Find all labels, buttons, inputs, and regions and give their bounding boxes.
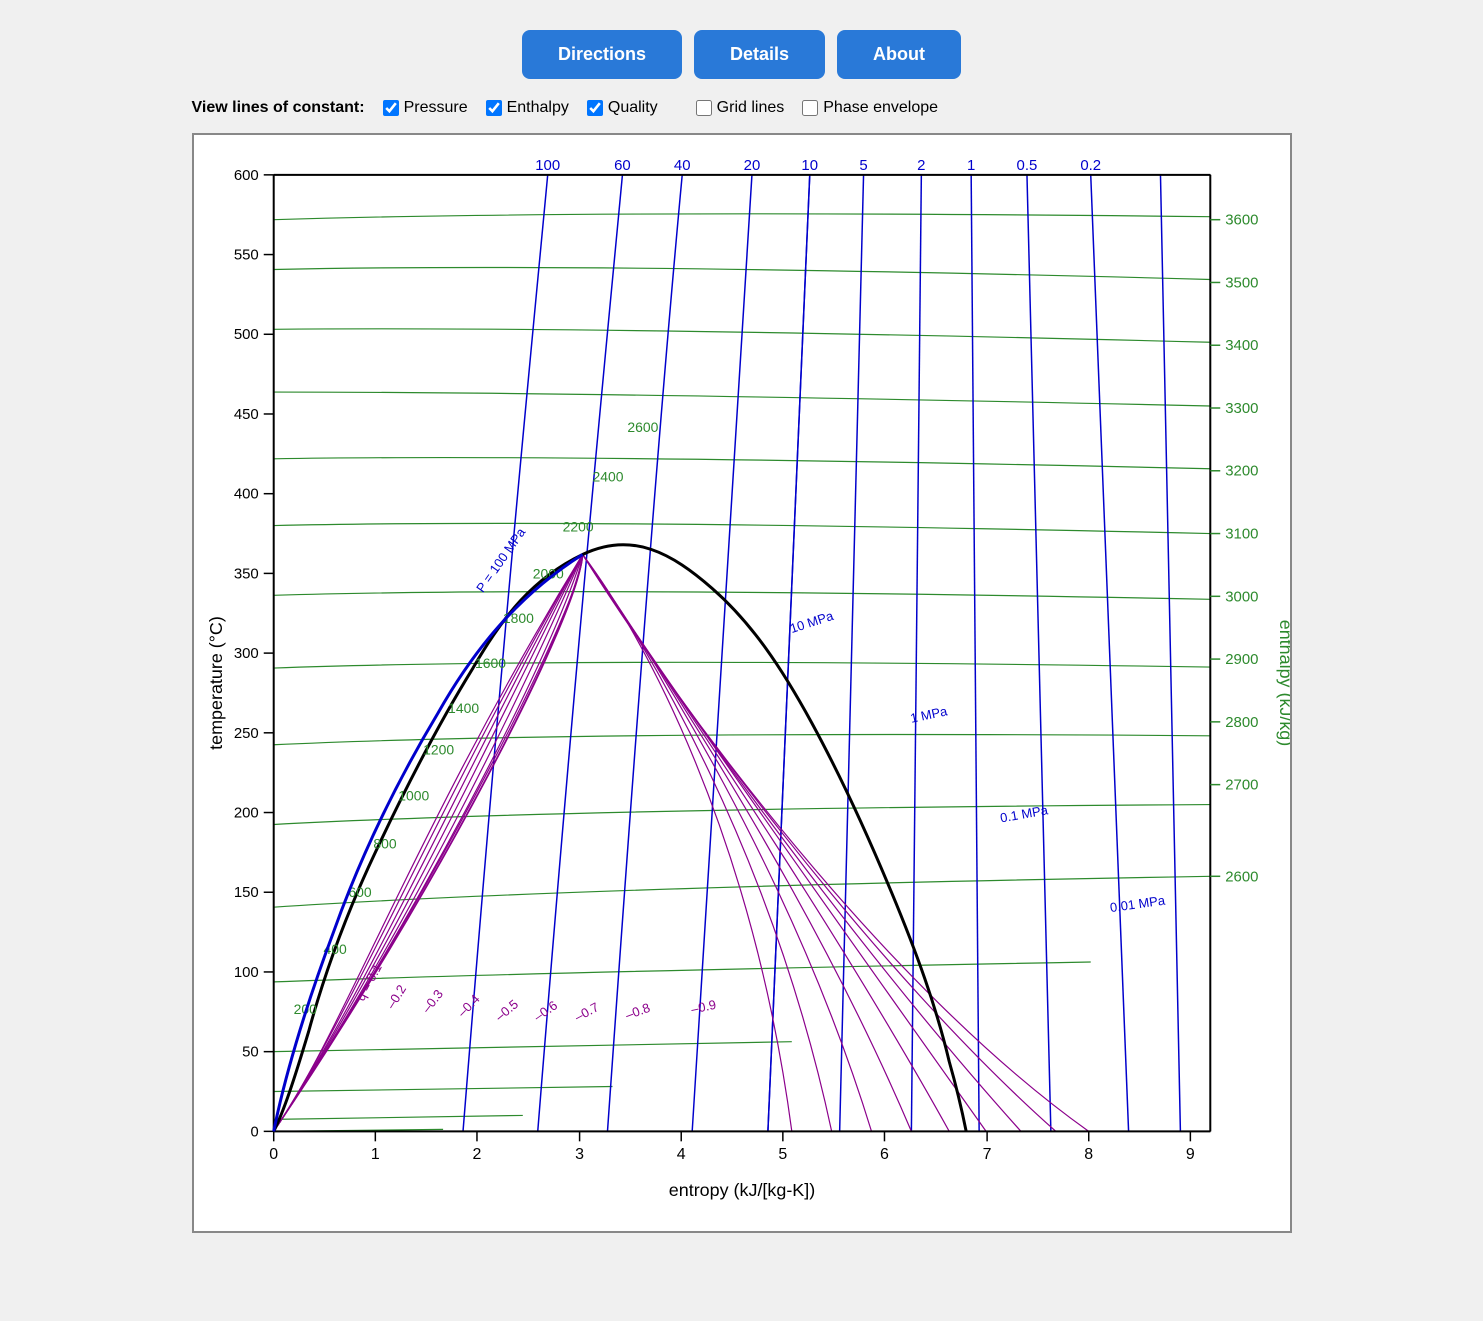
svg-text:550: 550 [233, 247, 258, 264]
svg-text:200: 200 [233, 805, 258, 822]
svg-text:250: 250 [233, 725, 258, 742]
svg-text:3200: 3200 [1225, 463, 1258, 480]
svg-text:350: 350 [233, 565, 258, 582]
view-options-label: View lines of constant: [192, 99, 365, 117]
svg-text:1200: 1200 [423, 742, 454, 758]
svg-text:3600: 3600 [1225, 212, 1258, 229]
svg-text:3500: 3500 [1225, 274, 1258, 291]
svg-text:5: 5 [778, 1146, 787, 1163]
svg-text:9: 9 [1185, 1146, 1194, 1163]
svg-text:3400: 3400 [1225, 337, 1258, 354]
y-axis-left-ticks: 0 50 100 150 200 250 300 350 400 450 500… [233, 167, 273, 1141]
svg-text:7: 7 [982, 1146, 991, 1163]
enthalpy-label: Enthalpy [507, 99, 569, 117]
svg-text:0: 0 [269, 1146, 278, 1163]
svg-text:3: 3 [575, 1146, 584, 1163]
svg-text:20: 20 [743, 157, 760, 174]
svg-text:5: 5 [859, 157, 867, 174]
svg-text:2600: 2600 [1225, 868, 1258, 885]
quality-option[interactable]: Quality [587, 99, 658, 117]
phase-envelope-checkbox[interactable] [802, 100, 818, 116]
svg-text:2400: 2400 [592, 469, 623, 485]
svg-text:50: 50 [242, 1044, 259, 1061]
svg-text:0.2: 0.2 [1080, 157, 1101, 174]
x-axis-label: entropy (kJ/[kg-K]) [668, 1180, 814, 1200]
enthalpy-option[interactable]: Enthalpy [486, 99, 569, 117]
svg-text:6: 6 [880, 1146, 889, 1163]
pressure-option[interactable]: Pressure [383, 99, 468, 117]
quality-label: Quality [608, 99, 658, 117]
view-options-bar: View lines of constant: Pressure Enthalp… [192, 99, 1292, 117]
svg-text:1: 1 [370, 1146, 379, 1163]
svg-text:3100: 3100 [1225, 526, 1258, 543]
svg-text:1600: 1600 [474, 655, 505, 671]
pressure-checkbox[interactable] [383, 100, 399, 116]
svg-text:1400: 1400 [448, 700, 479, 716]
svg-text:1: 1 [967, 157, 975, 174]
svg-text:2600: 2600 [627, 419, 658, 435]
chart-container: 0 1 2 3 4 5 6 7 8 9 entropy (kJ/[kg-K]) [192, 133, 1292, 1233]
svg-text:1000: 1000 [398, 788, 429, 804]
svg-text:10: 10 [801, 157, 818, 174]
svg-text:40: 40 [673, 157, 690, 174]
svg-text:3300: 3300 [1225, 400, 1258, 417]
svg-text:500: 500 [233, 326, 258, 343]
svg-text:2: 2 [917, 157, 925, 174]
details-button[interactable]: Details [694, 30, 825, 79]
x-axis-ticks: 0 1 2 3 4 5 6 7 8 9 [269, 1131, 1195, 1163]
gridlines-checkbox[interactable] [696, 100, 712, 116]
pressure-top-labels: 100 60 40 20 10 5 2 1 0.5 0.2 [535, 157, 1101, 174]
svg-text:100: 100 [233, 964, 258, 981]
gridlines-label: Grid lines [717, 99, 785, 117]
svg-text:300: 300 [233, 645, 258, 662]
svg-text:150: 150 [233, 884, 258, 901]
phase-envelope-label: Phase envelope [823, 99, 938, 117]
pressure-label: Pressure [404, 99, 468, 117]
svg-text:60: 60 [614, 157, 631, 174]
gridlines-option[interactable]: Grid lines [696, 99, 785, 117]
svg-text:800: 800 [373, 835, 397, 851]
top-buttons-container: Directions Details About [522, 30, 961, 79]
svg-text:8: 8 [1084, 1146, 1093, 1163]
phase-envelope-option[interactable]: Phase envelope [802, 99, 938, 117]
svg-text:450: 450 [233, 406, 258, 423]
about-button[interactable]: About [837, 30, 961, 79]
y-axis-right-ticks: 3600 3500 3400 3300 3200 3100 3000 2900 … [1210, 212, 1258, 886]
svg-text:2900: 2900 [1225, 651, 1258, 668]
svg-text:400: 400 [233, 486, 258, 503]
quality-checkbox[interactable] [587, 100, 603, 116]
svg-text:4: 4 [676, 1146, 685, 1163]
svg-text:0.5: 0.5 [1016, 157, 1037, 174]
svg-text:2700: 2700 [1225, 777, 1258, 794]
enthalpy-checkbox[interactable] [486, 100, 502, 116]
svg-text:2800: 2800 [1225, 714, 1258, 731]
directions-button[interactable]: Directions [522, 30, 682, 79]
svg-text:3000: 3000 [1225, 588, 1258, 605]
y-axis-right-label: enthalpy (kJ/kg) [1276, 620, 1290, 747]
svg-text:600: 600 [233, 167, 258, 184]
svg-text:0: 0 [250, 1123, 258, 1140]
chart-svg: 0 1 2 3 4 5 6 7 8 9 entropy (kJ/[kg-K]) [194, 135, 1290, 1231]
svg-text:2: 2 [472, 1146, 481, 1163]
svg-text:100: 100 [535, 157, 560, 174]
y-axis-left-label: temperature (°C) [205, 616, 225, 750]
svg-text:2200: 2200 [562, 519, 593, 535]
